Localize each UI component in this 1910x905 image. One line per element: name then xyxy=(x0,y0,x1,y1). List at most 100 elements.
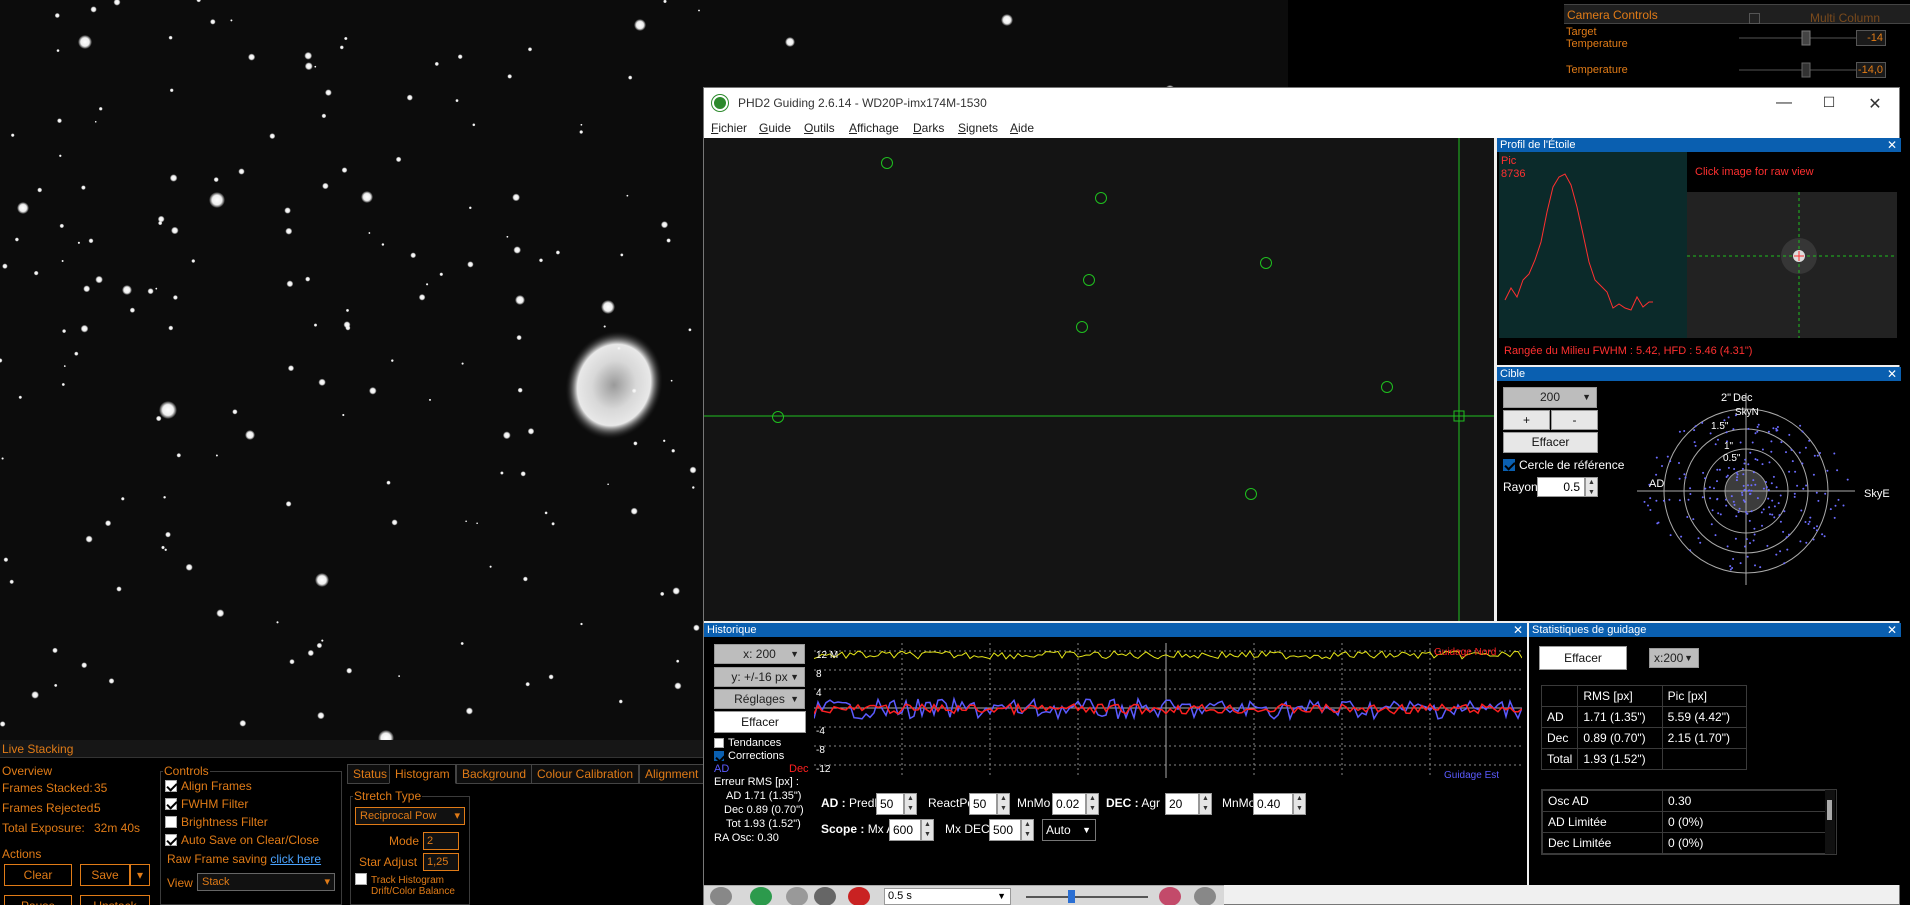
brightness-filter-option[interactable]: Brightness Filter xyxy=(165,815,268,829)
phd-toolbar: 0.5 s ▼ xyxy=(704,885,1224,905)
phd2-window: PHD2 Guiding 2.6.14 - WD20P-imx174M-1530… xyxy=(703,87,1901,905)
mxdec-stepper[interactable]: ▲ ▼ xyxy=(1021,819,1034,841)
mnmo-ad-stepper[interactable]: ▲ ▼ xyxy=(1086,793,1099,815)
target-temp-value[interactable]: -14 xyxy=(1856,30,1886,46)
radius-input[interactable]: 0.5 xyxy=(1537,477,1585,497)
stats-scale-select[interactable]: x:200 ▼ xyxy=(1649,648,1699,668)
tab-alignment[interactable]: Alignment xyxy=(639,764,705,784)
view-select[interactable]: Stack ▾ xyxy=(197,873,335,891)
corrections-option[interactable]: Corrections xyxy=(714,750,784,762)
fwhm-filter-checkbox[interactable] xyxy=(165,798,177,810)
dec-legend: Dec xyxy=(789,763,809,775)
align-frames-checkbox[interactable] xyxy=(165,780,177,792)
mode-spinner[interactable]: 2 xyxy=(423,832,459,850)
zoom-in-button[interactable]: + xyxy=(1503,410,1550,430)
history-clear-button[interactable]: Effacer xyxy=(714,711,806,733)
camera-icon[interactable] xyxy=(1194,887,1216,905)
minimize-icon[interactable]: — xyxy=(1774,94,1794,112)
total-exposure-label: Total Exposure: xyxy=(2,821,85,835)
track-histogram-option[interactable]: Track Histogram xyxy=(355,873,444,886)
clear-button[interactable]: Clear xyxy=(4,864,72,886)
osc-list[interactable]: Osc AD 0.30 AD Limitée 0 (0%) Dec Limitée 0… xyxy=(1541,789,1837,855)
auto-save-option[interactable]: Auto Save on Clear/Close xyxy=(165,833,319,847)
maximize-icon[interactable]: ☐ xyxy=(1819,94,1839,111)
click-here-link[interactable]: click here xyxy=(270,852,321,866)
menu-outils[interactable]: Outils xyxy=(804,121,835,135)
guide-icon[interactable] xyxy=(814,887,836,905)
corrections-checkbox[interactable] xyxy=(714,751,724,761)
trends-checkbox[interactable] xyxy=(714,738,724,748)
track-histogram-checkbox[interactable] xyxy=(355,873,367,885)
camera-connect-icon[interactable] xyxy=(710,887,732,905)
star-adjust-spinner[interactable]: 1,25 xyxy=(423,853,459,871)
mxad-input[interactable]: 600 xyxy=(889,819,921,841)
auto-select-star-icon[interactable] xyxy=(786,887,808,905)
stop-icon[interactable] xyxy=(848,887,870,905)
mnmo-ad-label: MnMo xyxy=(1017,796,1051,810)
stretch-type-select[interactable]: Reciprocal Pow ▾ xyxy=(355,807,465,825)
reactpd-input[interactable]: 50 xyxy=(969,793,997,815)
mnmo-dec-input[interactable]: 0.40 xyxy=(1253,793,1293,815)
multi-column-checkbox[interactable] xyxy=(1749,13,1760,24)
menu-signets[interactable]: Signets xyxy=(958,121,998,135)
save-menu-button[interactable]: ▾ xyxy=(130,864,150,886)
tab-histogram[interactable]: Histogram xyxy=(389,764,456,784)
auto-save-checkbox[interactable] xyxy=(165,834,177,846)
exposure-value: 0.5 s xyxy=(888,890,912,902)
close-icon[interactable]: ✕ xyxy=(1887,367,1897,381)
mnmo-dec-stepper[interactable]: ▲ ▼ xyxy=(1293,793,1306,815)
agr-input[interactable]: 20 xyxy=(1165,793,1199,815)
mnmo-ad-input[interactable]: 0.02 xyxy=(1052,793,1086,815)
mxad-stepper[interactable]: ▲ ▼ xyxy=(921,819,934,841)
mxdec-label: Mx DEC xyxy=(945,822,990,836)
mxdec-input[interactable]: 500 xyxy=(989,819,1021,841)
target-clear-button[interactable]: Effacer xyxy=(1503,432,1598,453)
loop-icon[interactable] xyxy=(750,887,772,905)
star-profile-graph[interactable]: Pic 8736 Click image for raw view Rangée… xyxy=(1497,152,1901,365)
predpd-input[interactable]: 50 xyxy=(876,793,904,815)
history-pane: Historique ✕ x: 200 ▼ y: +/-16 px ▼ Réglage… xyxy=(704,623,1527,885)
pause-button[interactable]: Pause xyxy=(4,895,72,905)
save-button[interactable]: Save xyxy=(80,864,130,886)
close-icon[interactable]: ✕ xyxy=(1865,94,1885,114)
ref-circle-checkbox[interactable] xyxy=(1503,459,1515,471)
target-scale-select[interactable]: 200 ▼ xyxy=(1503,387,1597,408)
history-graph[interactable]: 12 M 8 4 -4 -8 -12 Guidage Nord Guidage … xyxy=(814,643,1522,783)
agr-stepper[interactable]: ▲ ▼ xyxy=(1199,793,1212,815)
tab-status[interactable]: Status xyxy=(347,764,394,784)
zoom-out-button[interactable]: - xyxy=(1551,410,1598,430)
history-y-scale[interactable]: y: +/-16 px ▼ xyxy=(714,667,805,687)
unstack-button[interactable]: Unstack xyxy=(80,895,150,905)
osc-table: Osc AD 0.30 AD Limitée 0 (0%) Dec Limitée 0… xyxy=(1542,790,1826,854)
fwhm-filter-option[interactable]: FWHM Filter xyxy=(165,797,248,811)
tab-background[interactable]: Background xyxy=(456,764,533,784)
controls-title: Controls xyxy=(163,764,210,778)
predpd-stepper[interactable]: ▲ ▼ xyxy=(904,793,917,815)
table-row: Total 1.93 (1.52") xyxy=(1540,748,1748,770)
y-tick-m4: -4 xyxy=(816,726,825,737)
chevron-down-icon: ▾ xyxy=(136,868,144,882)
menu-fichier[interactable]: Fichier xyxy=(711,121,747,135)
menu-darks[interactable]: Darks xyxy=(913,121,944,135)
menu-guide[interactable]: Guide xyxy=(759,121,791,135)
menu-affichage[interactable]: Affichage xyxy=(849,121,899,135)
close-icon[interactable]: ✕ xyxy=(1887,138,1897,152)
tab-colour-calibration[interactable]: Colour Calibration xyxy=(531,764,640,784)
brain-icon[interactable] xyxy=(1159,887,1181,905)
stats-clear-button[interactable]: Effacer xyxy=(1539,646,1627,670)
close-icon[interactable]: ✕ xyxy=(1887,623,1897,637)
scrollbar[interactable] xyxy=(1825,790,1835,854)
history-settings[interactable]: Réglages ▼ xyxy=(714,689,805,709)
gamma-slider[interactable] xyxy=(1022,888,1152,905)
history-x-scale[interactable]: x: 200 ▼ xyxy=(714,644,805,664)
guide-camera-view[interactable] xyxy=(704,138,1494,621)
close-icon[interactable]: ✕ xyxy=(1513,623,1523,637)
auto-select[interactable]: Auto ▼ xyxy=(1042,819,1096,841)
trends-option[interactable]: Tendances xyxy=(714,737,781,749)
align-frames-option[interactable]: Align Frames xyxy=(165,779,252,793)
brightness-filter-checkbox[interactable] xyxy=(165,816,177,828)
exposure-select[interactable]: 0.5 s ▼ xyxy=(884,888,1011,905)
menu-aide[interactable]: Aide xyxy=(1010,121,1034,135)
radius-stepper[interactable]: ▲ ▼ xyxy=(1585,477,1598,497)
reactpd-stepper[interactable]: ▲ ▼ xyxy=(997,793,1010,815)
